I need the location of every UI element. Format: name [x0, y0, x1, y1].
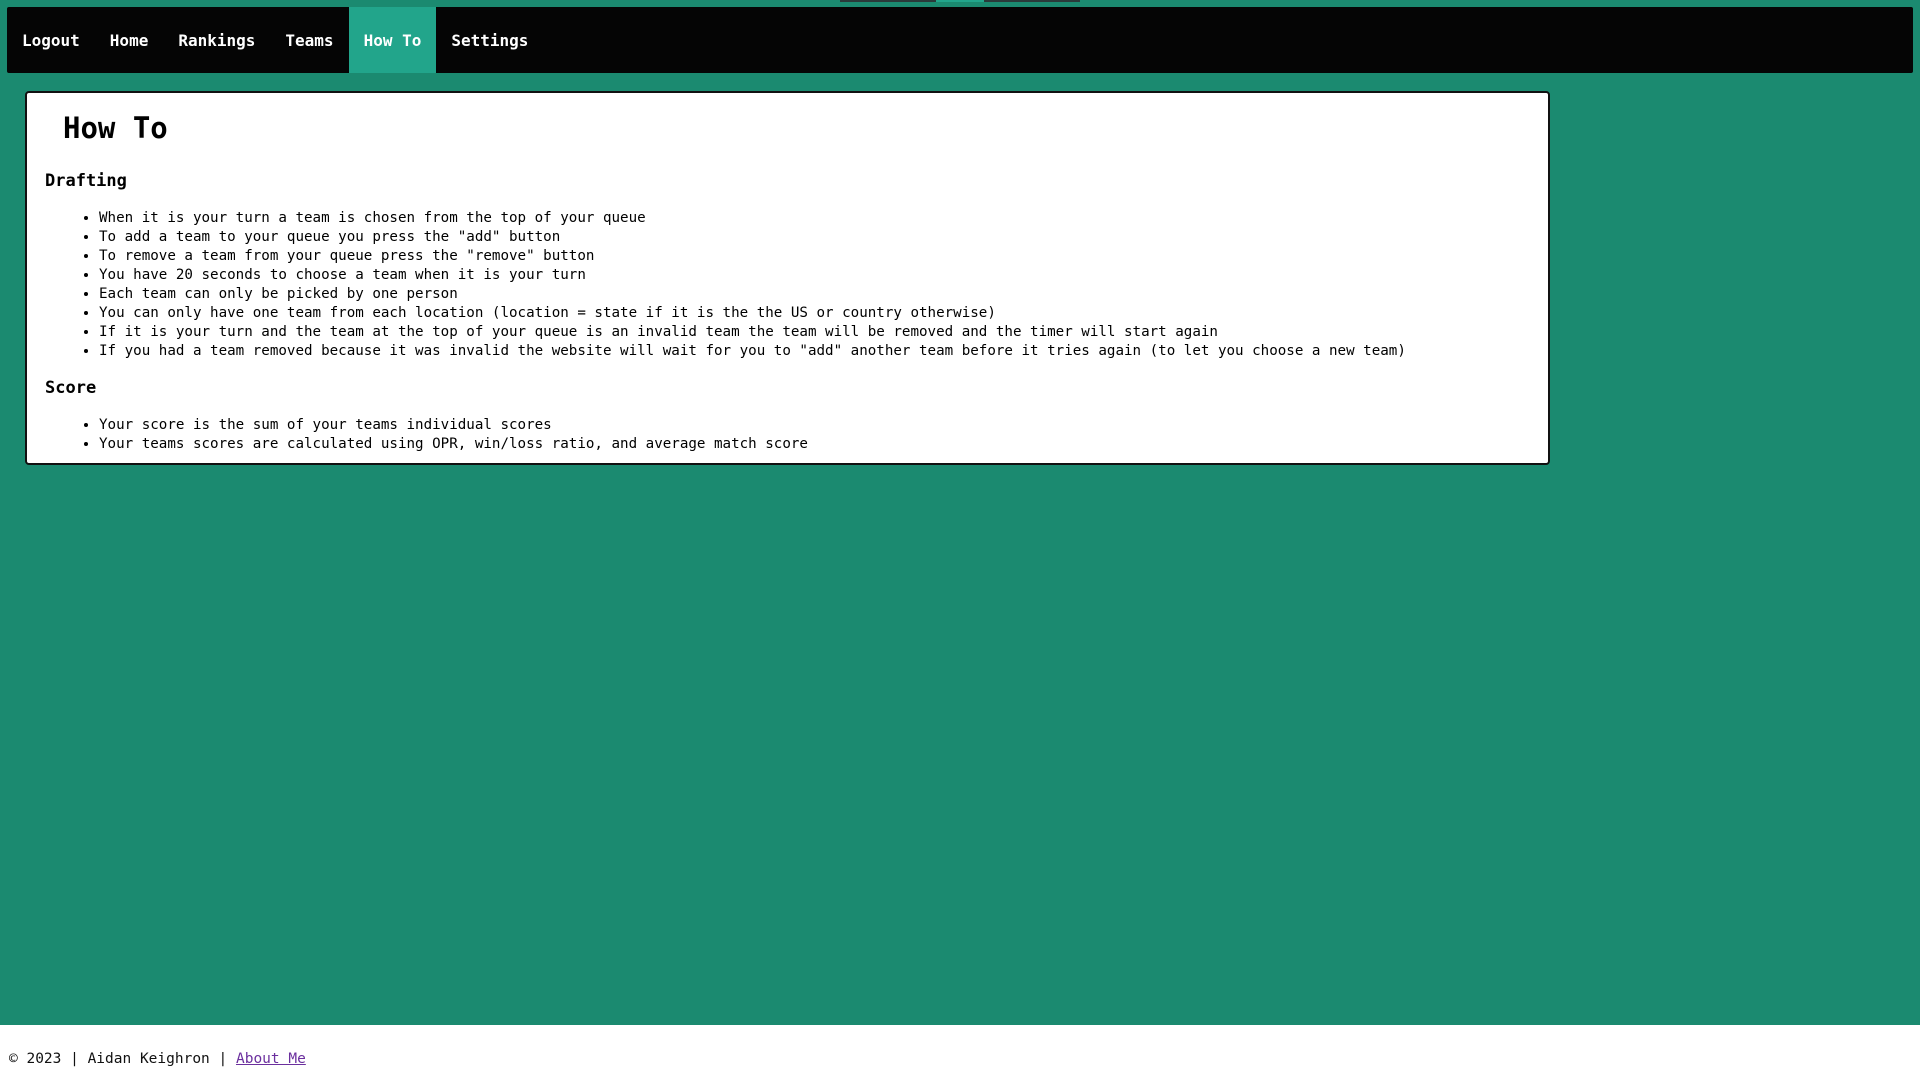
list-item: You have 20 seconds to choose a team whe… — [99, 266, 1406, 285]
top-mark — [840, 0, 936, 2]
top-mark-active — [936, 0, 984, 2]
list-item: Each team can only be picked by one pers… — [99, 285, 1406, 304]
footer-text-row: © 2023 | Aidan Keighron | About Me — [9, 1051, 306, 1067]
page-title: How To — [63, 111, 168, 145]
navbar: Logout Home Rankings Teams How To Settin… — [7, 7, 1913, 73]
section-heading-drafting: Drafting — [45, 171, 127, 191]
about-me-link[interactable]: About Me — [236, 1051, 306, 1067]
list-item: Your teams scores are calculated using O… — [99, 435, 808, 454]
section-heading-score: Score — [45, 378, 97, 398]
score-rules-list: Your score is the sum of your teams indi… — [81, 416, 808, 454]
nav-home[interactable]: Home — [95, 7, 164, 73]
list-item: You can only have one team from each loc… — [99, 304, 1406, 323]
nav-settings[interactable]: Settings — [436, 7, 543, 73]
list-item: If you had a team removed because it was… — [99, 342, 1406, 361]
top-scroll-marks — [840, 0, 1080, 2]
list-item: When it is your turn a team is chosen fr… — [99, 209, 1406, 228]
top-mark — [984, 0, 1080, 2]
list-item: If it is your turn and the team at the t… — [99, 323, 1406, 342]
list-item: To remove a team from your queue press t… — [99, 247, 1406, 266]
nav-teams[interactable]: Teams — [270, 7, 348, 73]
drafting-rules-list: When it is your turn a team is chosen fr… — [81, 209, 1406, 361]
nav-rankings[interactable]: Rankings — [163, 7, 270, 73]
list-item: To add a team to your queue you press th… — [99, 228, 1406, 247]
nav-how-to[interactable]: How To — [348, 7, 437, 73]
list-item: Your score is the sum of your teams indi… — [99, 416, 808, 435]
footer-copyright: © 2023 | Aidan Keighron | — [9, 1051, 236, 1067]
nav-logout[interactable]: Logout — [7, 7, 95, 73]
footer: © 2023 | Aidan Keighron | About Me — [0, 1025, 1920, 1080]
how-to-card: How To Drafting When it is your turn a t… — [25, 91, 1550, 465]
